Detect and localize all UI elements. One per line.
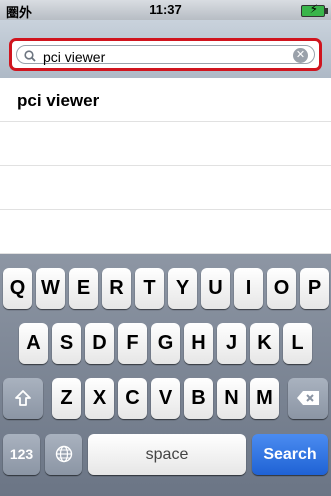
key-z[interactable]: Z (52, 378, 81, 419)
space-key[interactable]: space (88, 434, 246, 475)
key-h[interactable]: H (184, 323, 213, 364)
key-q[interactable]: Q (3, 268, 32, 309)
key-m[interactable]: M (250, 378, 279, 419)
empty-row (0, 210, 331, 254)
key-r[interactable]: R (102, 268, 131, 309)
search-field[interactable]: ✕ (16, 45, 315, 66)
shift-icon (15, 390, 31, 406)
key-c[interactable]: C (118, 378, 147, 419)
clock: 11:37 (149, 2, 182, 17)
search-key[interactable]: Search (252, 434, 328, 475)
search-bar: ✕ (0, 20, 331, 78)
list-item[interactable]: pci viewer (0, 78, 331, 122)
backspace-icon (297, 391, 319, 405)
numbers-key[interactable]: 123 (3, 434, 40, 475)
backspace-key[interactable] (288, 378, 328, 419)
key-d[interactable]: D (85, 323, 114, 364)
keyboard: Q W E R T Y U I O P A S D F G H J K L Z … (0, 254, 331, 496)
key-b[interactable]: B (184, 378, 213, 419)
key-i[interactable]: I (234, 268, 263, 309)
status-bar: 圏外 11:37 ⚡ (0, 0, 331, 20)
clear-icon[interactable]: ✕ (293, 48, 308, 63)
key-g[interactable]: G (151, 323, 180, 364)
globe-icon (55, 445, 72, 463)
key-u[interactable]: U (201, 268, 230, 309)
key-a[interactable]: A (19, 323, 48, 364)
suggestion-label: pci viewer (17, 91, 100, 110)
key-x[interactable]: X (85, 378, 114, 419)
key-e[interactable]: E (69, 268, 98, 309)
key-j[interactable]: J (217, 323, 246, 364)
key-w[interactable]: W (36, 268, 65, 309)
key-o[interactable]: O (267, 268, 296, 309)
search-icon (24, 50, 36, 62)
globe-key[interactable] (45, 434, 82, 475)
empty-row (0, 122, 331, 166)
key-p[interactable]: P (300, 268, 329, 309)
search-input[interactable] (41, 48, 285, 66)
key-t[interactable]: T (135, 268, 164, 309)
key-k[interactable]: K (250, 323, 279, 364)
key-n[interactable]: N (217, 378, 246, 419)
key-f[interactable]: F (118, 323, 147, 364)
search-field-highlight[interactable]: ✕ (9, 38, 322, 71)
shift-key[interactable] (3, 378, 43, 419)
charging-icon: ⚡ (309, 2, 318, 16)
key-y[interactable]: Y (168, 268, 197, 309)
suggestion-list: pci viewer (0, 78, 331, 254)
key-l[interactable]: L (283, 323, 312, 364)
key-s[interactable]: S (52, 323, 81, 364)
empty-row (0, 166, 331, 210)
key-v[interactable]: V (151, 378, 180, 419)
